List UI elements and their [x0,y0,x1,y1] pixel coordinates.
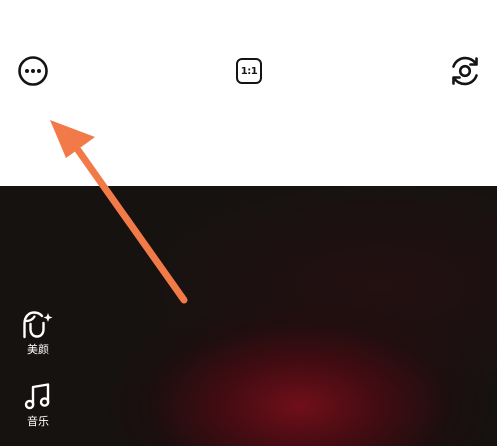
beauty-face-sparkle-icon [23,311,53,339]
camera-viewfinder[interactable] [0,186,497,446]
aspect-ratio-button[interactable]: 1:1 [230,53,268,89]
aspect-ratio-label: 1:1 [240,65,258,77]
more-horizontal-icon [18,56,48,86]
flip-camera-button[interactable] [444,51,486,91]
beauty-button[interactable]: 美颜 [13,310,63,357]
top-toolbar: 1:1 [0,0,497,186]
music-button[interactable]: 音乐 [13,382,63,429]
flip-camera-icon [452,56,478,86]
music-label: 音乐 [27,415,49,428]
aspect-ratio-icon: 1:1 [236,58,262,84]
more-options-button[interactable] [14,52,52,90]
music-note-icon [24,383,50,410]
beauty-label: 美颜 [27,343,49,356]
